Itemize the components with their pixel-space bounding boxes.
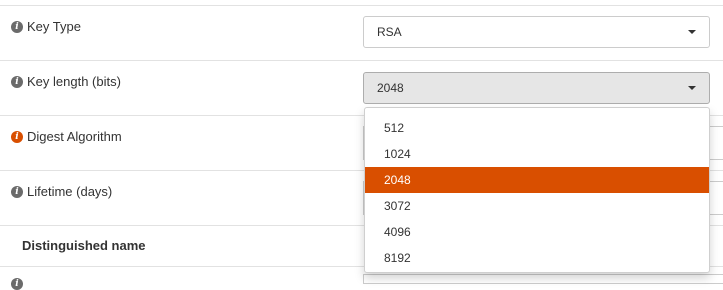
key-length-label-row: i Key length (bits): [11, 74, 121, 89]
row-divider: [0, 60, 723, 61]
section-title-distinguished-name: Distinguished name: [22, 238, 146, 253]
info-icon[interactable]: i: [11, 185, 23, 198]
row-divider: [0, 5, 723, 6]
key-length-dropdown[interactable]: 512 1024 2048 3072 4096 8192: [364, 107, 710, 273]
option-8192[interactable]: 8192: [365, 245, 709, 271]
caret-down-icon: [688, 86, 696, 90]
info-icon[interactable]: i: [11, 278, 23, 290]
option-3072[interactable]: 3072: [365, 193, 709, 219]
option-4096[interactable]: 4096: [365, 219, 709, 245]
lifetime-label: Lifetime (days): [27, 184, 113, 199]
digest-label: Digest Algorithm: [27, 129, 122, 144]
key-type-label-row: i Key Type: [11, 19, 81, 34]
key-type-label: Key Type: [27, 19, 81, 34]
info-icon[interactable]: i: [11, 20, 23, 33]
key-type-value: RSA: [377, 25, 402, 39]
key-type-select[interactable]: RSA: [363, 16, 710, 48]
digest-label-row: i Digest Algorithm: [11, 129, 122, 144]
key-length-select[interactable]: 2048: [363, 72, 710, 104]
info-icon[interactable]: i: [11, 130, 23, 143]
caret-down-icon: [688, 30, 696, 34]
option-1024[interactable]: 1024: [365, 141, 709, 167]
key-length-label: Key length (bits): [27, 74, 121, 89]
lifetime-label-row: i Lifetime (days): [11, 184, 112, 199]
key-length-value: 2048: [377, 81, 404, 95]
option-512[interactable]: 512: [365, 115, 709, 141]
option-2048[interactable]: 2048: [365, 167, 709, 193]
next-row-input[interactable]: [363, 274, 723, 284]
info-icon[interactable]: i: [11, 75, 23, 88]
